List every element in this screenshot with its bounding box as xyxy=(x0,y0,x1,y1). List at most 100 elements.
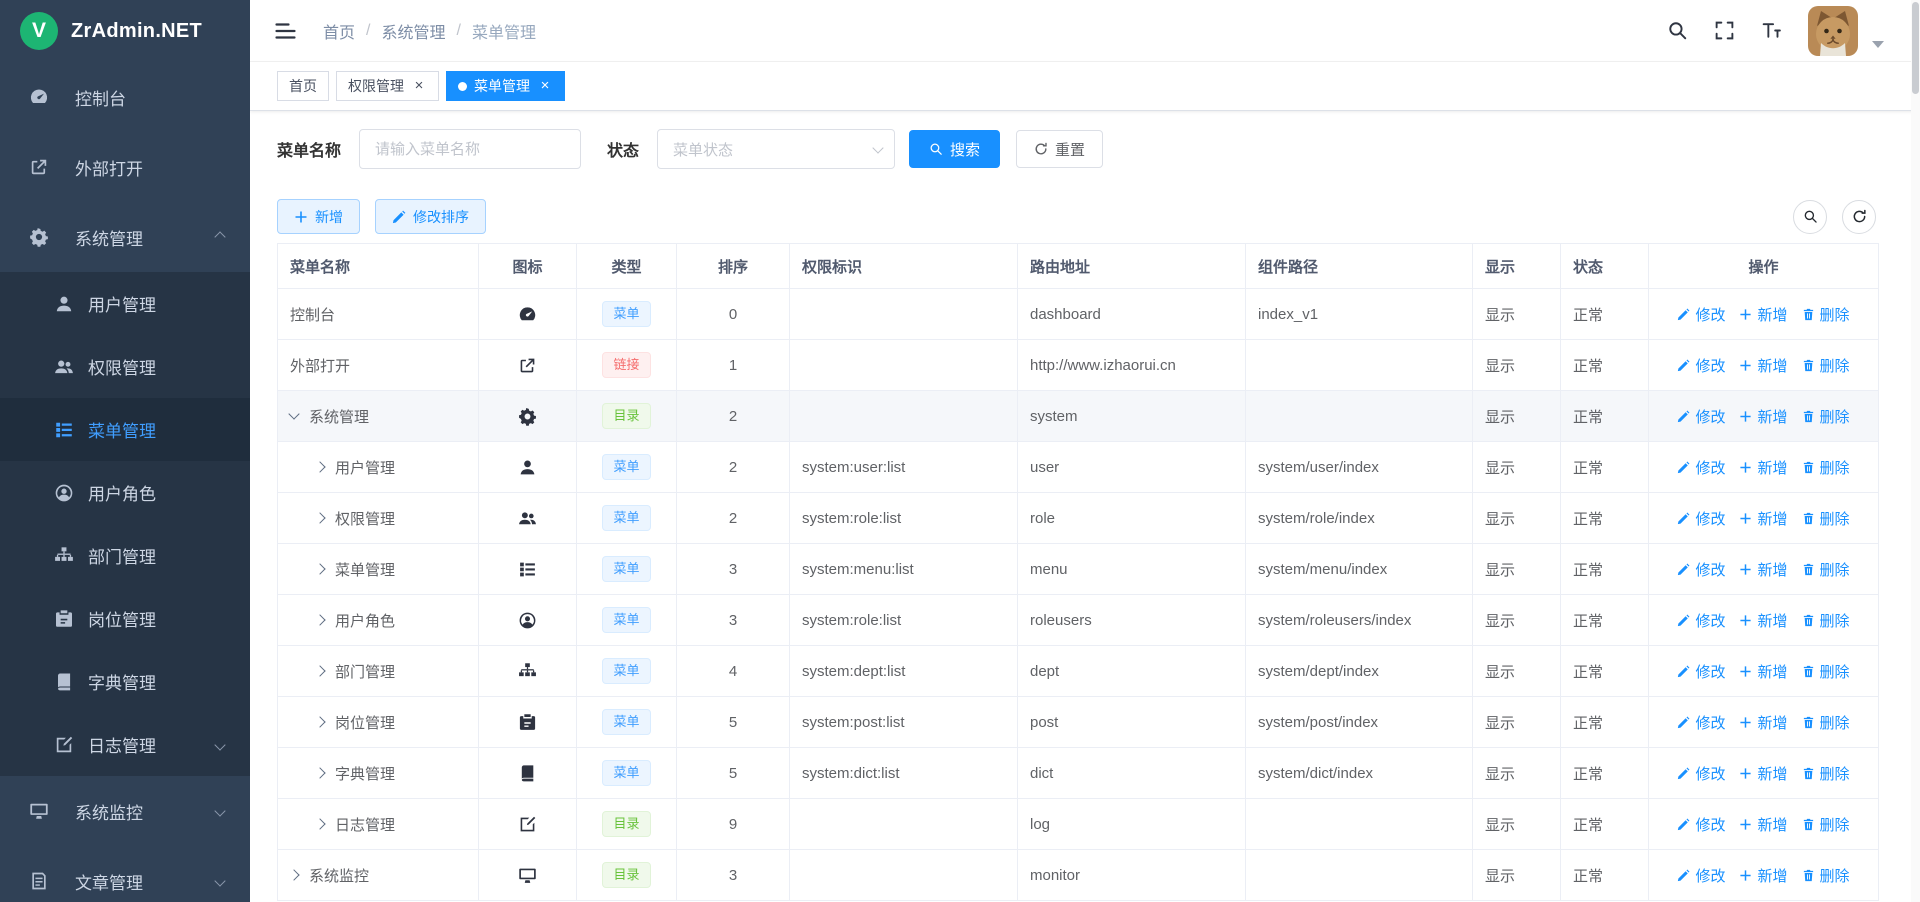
tree-toggle-icon[interactable] xyxy=(314,512,325,523)
sort-button-label: 修改排序 xyxy=(413,207,469,227)
font-size-icon[interactable] xyxy=(1761,20,1782,41)
sidebar-item-3[interactable]: 用户管理 xyxy=(0,272,250,335)
sidebar-item-6[interactable]: 用户角色 xyxy=(0,461,250,524)
sidebar-item-8[interactable]: 岗位管理 xyxy=(0,587,250,650)
delete-link[interactable]: 删除 xyxy=(1802,457,1850,478)
edit-link[interactable]: 修改 xyxy=(1677,304,1725,325)
add-link[interactable]: 新增 xyxy=(1739,814,1787,835)
sidebar-item-2[interactable]: 系统管理 xyxy=(0,202,250,272)
edit-link[interactable]: 修改 xyxy=(1677,559,1725,580)
breadcrumb-item[interactable]: 首页 xyxy=(323,19,355,43)
external-link-icon xyxy=(29,157,49,177)
edit-link[interactable]: 修改 xyxy=(1677,355,1725,376)
add-link[interactable]: 新增 xyxy=(1739,559,1787,580)
trash-icon xyxy=(1802,614,1815,627)
tab-close-icon[interactable]: × xyxy=(537,78,553,94)
delete-link[interactable]: 删除 xyxy=(1802,865,1850,886)
tab-0[interactable]: 首页 xyxy=(277,71,329,101)
breadcrumb-item[interactable]: 系统管理 xyxy=(381,19,445,43)
delete-link[interactable]: 删除 xyxy=(1802,712,1850,733)
add-link[interactable]: 新增 xyxy=(1739,712,1787,733)
tree-toggle-icon[interactable] xyxy=(288,869,299,880)
tab-1[interactable]: 权限管理× xyxy=(336,71,439,101)
plus-icon xyxy=(1739,461,1752,474)
delete-link[interactable]: 删除 xyxy=(1802,508,1850,529)
add-link[interactable]: 新增 xyxy=(1739,661,1787,682)
toggle-search-button[interactable] xyxy=(1793,200,1827,234)
add-link[interactable]: 新增 xyxy=(1739,355,1787,376)
edit-link[interactable]: 修改 xyxy=(1677,712,1725,733)
add-link[interactable]: 新增 xyxy=(1739,763,1787,784)
add-link[interactable]: 新增 xyxy=(1739,406,1787,427)
tree-toggle-icon[interactable] xyxy=(314,767,325,778)
refresh-icon xyxy=(1034,142,1048,156)
search-icon[interactable] xyxy=(1667,20,1688,41)
tree-toggle-icon[interactable] xyxy=(314,563,325,574)
delete-link[interactable]: 删除 xyxy=(1802,304,1850,325)
edit-link[interactable]: 修改 xyxy=(1677,508,1725,529)
op-label: 修改 xyxy=(1695,814,1725,835)
tree-toggle-icon[interactable] xyxy=(314,818,325,829)
ops-cell: 修改新增删除 xyxy=(1649,340,1879,391)
delete-link[interactable]: 删除 xyxy=(1802,406,1850,427)
op-label: 修改 xyxy=(1695,763,1725,784)
edit-link[interactable]: 修改 xyxy=(1677,865,1725,886)
avatar[interactable] xyxy=(1808,6,1858,56)
reset-button[interactable]: 重置 xyxy=(1016,130,1103,168)
trash-icon xyxy=(1802,716,1815,729)
add-link[interactable]: 新增 xyxy=(1739,457,1787,478)
delete-link[interactable]: 删除 xyxy=(1802,661,1850,682)
add-link[interactable]: 新增 xyxy=(1739,304,1787,325)
user-menu-caret-icon[interactable] xyxy=(1872,41,1884,48)
sort-button[interactable]: 修改排序 xyxy=(375,199,486,234)
add-link[interactable]: 新增 xyxy=(1739,865,1787,886)
delete-link[interactable]: 删除 xyxy=(1802,610,1850,631)
perm-cell: system:dict:list xyxy=(790,748,1018,799)
sidebar-item-11[interactable]: 系统监控 xyxy=(0,776,250,846)
type-tag: 菜单 xyxy=(602,301,650,327)
app-logo[interactable]: V ZrAdmin.NET xyxy=(0,0,250,62)
tree-toggle-icon[interactable] xyxy=(314,716,325,727)
sidebar-item-9[interactable]: 字典管理 xyxy=(0,650,250,713)
add-button[interactable]: 新增 xyxy=(277,199,360,234)
status-select[interactable]: 菜单状态 xyxy=(657,129,895,169)
edit-link[interactable]: 修改 xyxy=(1677,814,1725,835)
sidebar-item-1[interactable]: 外部打开 xyxy=(0,132,250,202)
sidebar-item-label: 岗位管理 xyxy=(88,606,156,631)
delete-link[interactable]: 删除 xyxy=(1802,763,1850,784)
sidebar-item-4[interactable]: 权限管理 xyxy=(0,335,250,398)
tree-toggle-icon[interactable] xyxy=(288,408,299,419)
scrollbar[interactable] xyxy=(1911,0,1920,902)
sidebar-item-7[interactable]: 部门管理 xyxy=(0,524,250,587)
order-cell: 9 xyxy=(677,799,790,850)
delete-link[interactable]: 删除 xyxy=(1802,814,1850,835)
refresh-table-button[interactable] xyxy=(1842,200,1876,234)
tab-close-icon[interactable]: × xyxy=(411,78,427,94)
edit-link[interactable]: 修改 xyxy=(1677,763,1725,784)
edit-link[interactable]: 修改 xyxy=(1677,661,1725,682)
tab-2[interactable]: 菜单管理× xyxy=(446,71,565,101)
sidebar-item-10[interactable]: 日志管理 xyxy=(0,713,250,776)
tree-toggle-icon[interactable] xyxy=(314,665,325,676)
component-cell: index_v1 xyxy=(1246,289,1473,340)
search-button[interactable]: 搜索 xyxy=(909,130,1000,168)
edit-link[interactable]: 修改 xyxy=(1677,406,1725,427)
scrollbar-thumb[interactable] xyxy=(1912,2,1919,94)
tree-toggle-icon[interactable] xyxy=(314,461,325,472)
fullscreen-icon[interactable] xyxy=(1714,20,1735,41)
sidebar-item-0[interactable]: 控制台 xyxy=(0,62,250,132)
delete-link[interactable]: 删除 xyxy=(1802,559,1850,580)
sidebar-item-12[interactable]: 文章管理 xyxy=(0,846,250,902)
delete-link[interactable]: 删除 xyxy=(1802,355,1850,376)
tree-toggle-icon[interactable] xyxy=(314,614,325,625)
component-cell: system/menu/index xyxy=(1246,544,1473,595)
table-row: 日志管理目录9log显示正常修改新增删除 xyxy=(278,799,1879,850)
edit-link[interactable]: 修改 xyxy=(1677,610,1725,631)
hamburger-icon[interactable] xyxy=(274,21,297,41)
tabs-bar: 首页权限管理×菜单管理× xyxy=(250,62,1920,111)
add-link[interactable]: 新增 xyxy=(1739,508,1787,529)
sidebar-item-5[interactable]: 菜单管理 xyxy=(0,398,250,461)
add-link[interactable]: 新增 xyxy=(1739,610,1787,631)
menu-name-input[interactable] xyxy=(359,129,581,169)
edit-link[interactable]: 修改 xyxy=(1677,457,1725,478)
